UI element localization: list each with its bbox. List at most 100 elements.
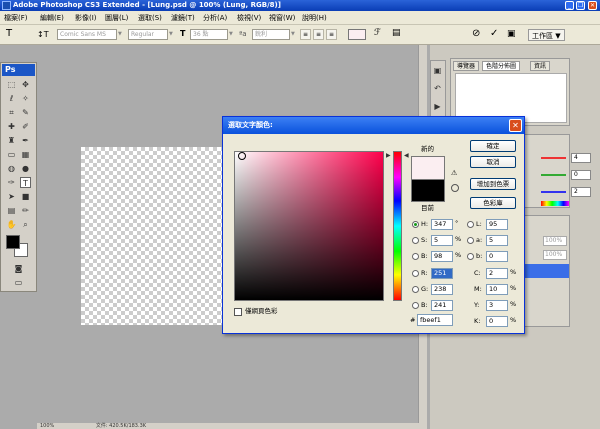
cancel-edit-icon[interactable]: ⊘: [472, 28, 480, 39]
dodge-tool-icon[interactable]: ●: [20, 163, 31, 174]
green-value-field[interactable]: 0: [571, 170, 591, 180]
color-libraries-button[interactable]: 色彩庫: [470, 197, 516, 209]
color-field[interactable]: [234, 151, 384, 301]
orientation-icon[interactable]: ↕T: [37, 30, 49, 39]
green-slider-track[interactable]: [541, 174, 566, 176]
brightness-field[interactable]: 98: [431, 251, 453, 262]
foreground-color-swatch[interactable]: [6, 235, 20, 249]
blur-tool-icon[interactable]: ◍: [6, 163, 17, 174]
hex-field[interactable]: fbeef1: [417, 314, 453, 326]
font-family-select[interactable]: Comic Sans MS: [57, 29, 117, 40]
blue-radio[interactable]: [412, 302, 419, 309]
healing-tool-icon[interactable]: ✚: [6, 121, 17, 132]
align-left-icon[interactable]: ≡: [300, 29, 311, 40]
palette-toggle-icon[interactable]: ▤: [392, 28, 401, 38]
hue-radio[interactable]: [412, 221, 419, 228]
a-channel-field[interactable]: 5: [486, 235, 508, 246]
dialog-close-button[interactable]: ✕: [509, 119, 522, 132]
menu-window[interactable]: 視窗(W): [267, 11, 297, 25]
black-field[interactable]: 0: [486, 316, 508, 327]
red-slider-track[interactable]: [541, 157, 566, 159]
lightness-field[interactable]: 95: [486, 219, 508, 230]
text-color-swatch[interactable]: [348, 29, 366, 40]
magenta-field[interactable]: 10: [486, 284, 508, 295]
font-size-select[interactable]: 36 點: [190, 29, 228, 40]
hand-tool-icon[interactable]: ✋: [6, 219, 17, 230]
layers-panel-icon[interactable]: ▣: [432, 65, 443, 76]
menu-help[interactable]: 說明(H): [300, 11, 329, 25]
hue-slider-handle-left[interactable]: ▶: [386, 153, 391, 159]
blue-value-field[interactable]: 2: [571, 187, 591, 197]
red-value-field[interactable]: 4: [571, 153, 591, 163]
brightness-radio[interactable]: [412, 253, 419, 260]
opacity-field[interactable]: 100%: [543, 236, 567, 246]
warp-text-icon[interactable]: ℱ: [374, 28, 381, 38]
text-tool-icon[interactable]: T: [6, 28, 12, 39]
blue-slider-track[interactable]: [541, 191, 566, 193]
yellow-field[interactable]: 3: [486, 300, 508, 311]
pen-tool-icon[interactable]: ✑: [6, 177, 17, 188]
tab-navigator[interactable]: 導覽器: [453, 61, 480, 71]
tab-info[interactable]: 資訊: [530, 61, 551, 71]
hue-field[interactable]: 347: [431, 219, 453, 230]
eraser-tool-icon[interactable]: ▭: [6, 149, 17, 160]
lightness-radio[interactable]: [467, 221, 474, 228]
menu-file[interactable]: 檔案(F): [2, 11, 30, 25]
add-to-swatches-button[interactable]: 增加到色票: [470, 178, 516, 190]
tab-histogram[interactable]: 色階分佈圖: [482, 61, 521, 71]
brushes-icon[interactable]: ▣: [507, 29, 516, 39]
hue-slider[interactable]: [393, 151, 402, 301]
lasso-tool-icon[interactable]: ℓ: [6, 93, 17, 104]
stamp-tool-icon[interactable]: ♜: [6, 135, 17, 146]
gradient-tool-icon[interactable]: ▦: [20, 149, 31, 160]
color-ramp[interactable]: [541, 201, 569, 206]
cyan-field[interactable]: 2: [486, 268, 508, 279]
menu-view[interactable]: 檢視(V): [235, 11, 263, 25]
cancel-button[interactable]: 取消: [470, 156, 516, 168]
history-brush-icon[interactable]: ✒: [20, 135, 31, 146]
b-channel-field[interactable]: 0: [486, 251, 508, 262]
green-radio[interactable]: [412, 286, 419, 293]
minimize-button[interactable]: _: [565, 1, 574, 10]
zoom-tool-icon[interactable]: ⌕: [20, 219, 31, 230]
eyedropper-icon[interactable]: ✏: [20, 205, 31, 216]
hue-slider-handle-right[interactable]: ◀: [404, 153, 409, 159]
align-center-icon[interactable]: ≡: [313, 29, 324, 40]
saturation-radio[interactable]: [412, 237, 419, 244]
move-tool-icon[interactable]: ✥: [20, 79, 31, 90]
brush-tool-icon[interactable]: ✐: [20, 121, 31, 132]
align-right-icon[interactable]: ≡: [326, 29, 337, 40]
close-window-button[interactable]: ✕: [588, 1, 597, 10]
shape-tool-icon[interactable]: ■: [20, 191, 31, 202]
web-safe-icon[interactable]: [451, 184, 459, 192]
font-style-select[interactable]: Regular: [128, 29, 168, 40]
document-canvas[interactable]: [81, 147, 236, 325]
menu-layer[interactable]: 圖層(L): [103, 11, 130, 25]
actions-panel-icon[interactable]: ▶: [432, 101, 443, 112]
red-field[interactable]: 251: [431, 268, 453, 279]
restore-button[interactable]: ❐: [576, 1, 585, 10]
slice-tool-icon[interactable]: ✎: [20, 107, 31, 118]
fill-field[interactable]: 100%: [543, 250, 567, 260]
screen-mode-icon[interactable]: ▭: [13, 277, 24, 288]
marquee-tool-icon[interactable]: ⬚: [6, 79, 17, 90]
quick-mask-icon[interactable]: ◙: [13, 263, 24, 274]
path-select-icon[interactable]: ➤: [6, 191, 17, 202]
current-color-swatch[interactable]: [411, 180, 445, 202]
saturation-field[interactable]: 5: [431, 235, 453, 246]
web-only-checkbox[interactable]: [234, 308, 242, 316]
commit-edit-icon[interactable]: ✓: [490, 28, 498, 39]
blue-field[interactable]: 241: [431, 300, 453, 311]
crop-tool-icon[interactable]: ⌗: [6, 107, 17, 118]
menu-edit[interactable]: 編輯(E): [38, 11, 66, 25]
green-field[interactable]: 238: [431, 284, 453, 295]
ok-button[interactable]: 確定: [470, 140, 516, 152]
menu-image[interactable]: 影像(I): [73, 11, 99, 25]
notes-tool-icon[interactable]: ▤: [6, 205, 17, 216]
workspace-button[interactable]: 工作區 ▼: [528, 29, 565, 41]
type-tool-icon[interactable]: T: [20, 177, 31, 188]
menu-analysis[interactable]: 分析(A): [201, 11, 229, 25]
color-field-cursor[interactable]: [238, 152, 246, 160]
antialias-select[interactable]: 銳利: [252, 29, 290, 40]
a-channel-radio[interactable]: [467, 237, 474, 244]
